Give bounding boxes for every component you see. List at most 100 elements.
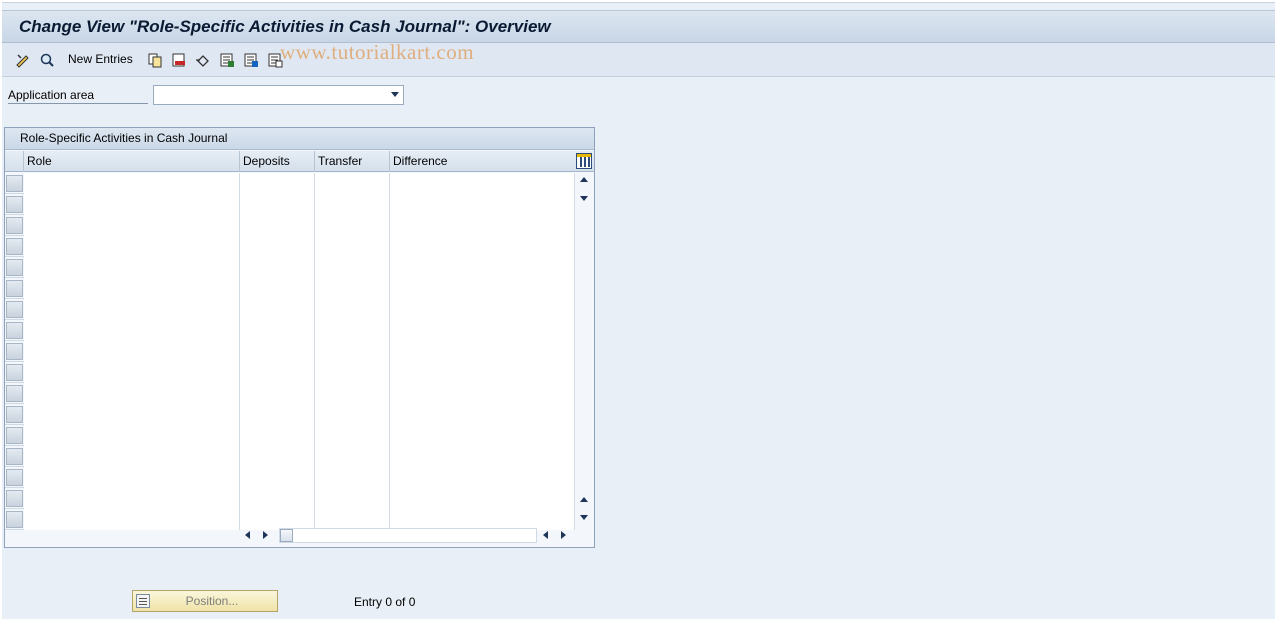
cell-difference[interactable] xyxy=(390,383,575,404)
row-selector[interactable] xyxy=(6,280,23,297)
position-button[interactable]: Position... xyxy=(132,590,278,612)
cell-difference[interactable] xyxy=(390,236,575,257)
cell-deposits[interactable] xyxy=(240,467,315,488)
cell-transfer[interactable] xyxy=(315,257,390,278)
cell-difference[interactable] xyxy=(390,173,575,194)
cell-role[interactable] xyxy=(24,509,240,530)
column-header-deposits[interactable]: Deposits xyxy=(240,151,315,172)
row-selector[interactable] xyxy=(6,343,23,360)
cell-deposits[interactable] xyxy=(240,425,315,446)
cell-difference[interactable] xyxy=(390,215,575,236)
cell-transfer[interactable] xyxy=(315,320,390,341)
select-all-icon[interactable] xyxy=(218,51,236,69)
scroll-down-icon[interactable] xyxy=(580,196,588,201)
find-icon[interactable] xyxy=(38,51,56,69)
column-header-role[interactable]: Role xyxy=(24,151,240,172)
cell-transfer[interactable] xyxy=(315,173,390,194)
cell-deposits[interactable] xyxy=(240,362,315,383)
chevron-down-icon[interactable] xyxy=(391,92,399,97)
cell-transfer[interactable] xyxy=(315,383,390,404)
cell-deposits[interactable] xyxy=(240,278,315,299)
cell-role[interactable] xyxy=(24,362,240,383)
select-block-icon[interactable] xyxy=(242,51,260,69)
cell-role[interactable] xyxy=(24,425,240,446)
page-up-icon[interactable] xyxy=(580,497,588,502)
cell-transfer[interactable] xyxy=(315,215,390,236)
row-selector[interactable] xyxy=(6,469,23,486)
cell-transfer[interactable] xyxy=(315,299,390,320)
cell-role[interactable] xyxy=(24,467,240,488)
row-selector[interactable] xyxy=(6,196,23,213)
cell-deposits[interactable] xyxy=(240,446,315,467)
horizontal-scroll-thumb[interactable] xyxy=(280,529,293,542)
row-selector[interactable] xyxy=(6,406,23,423)
cell-role[interactable] xyxy=(24,446,240,467)
cell-role[interactable] xyxy=(24,383,240,404)
cell-difference[interactable] xyxy=(390,425,575,446)
cell-transfer[interactable] xyxy=(315,278,390,299)
cell-deposits[interactable] xyxy=(240,488,315,509)
cell-role[interactable] xyxy=(24,278,240,299)
column-header-transfer[interactable]: Transfer xyxy=(315,151,390,172)
scroll-right-icon[interactable] xyxy=(263,531,268,539)
cell-transfer[interactable] xyxy=(315,341,390,362)
column-scroll-left-icon[interactable] xyxy=(543,531,548,539)
cell-transfer[interactable] xyxy=(315,446,390,467)
cell-deposits[interactable] xyxy=(240,257,315,278)
cell-difference[interactable] xyxy=(390,362,575,383)
cell-difference[interactable] xyxy=(390,299,575,320)
scroll-left-icon[interactable] xyxy=(245,531,250,539)
cell-deposits[interactable] xyxy=(240,215,315,236)
delete-icon[interactable] xyxy=(170,51,188,69)
row-selector[interactable] xyxy=(6,490,23,507)
cell-deposits[interactable] xyxy=(240,320,315,341)
cell-transfer[interactable] xyxy=(315,362,390,383)
cell-difference[interactable] xyxy=(390,488,575,509)
cell-role[interactable] xyxy=(24,215,240,236)
row-selector[interactable] xyxy=(6,322,23,339)
cell-deposits[interactable] xyxy=(240,383,315,404)
cell-role[interactable] xyxy=(24,257,240,278)
select-all-rows-corner[interactable] xyxy=(5,151,24,172)
copy-icon[interactable] xyxy=(146,51,164,69)
cell-difference[interactable] xyxy=(390,341,575,362)
cell-difference[interactable] xyxy=(390,257,575,278)
display-change-icon[interactable] xyxy=(14,51,32,69)
row-selector[interactable] xyxy=(6,238,23,255)
cell-deposits[interactable] xyxy=(240,173,315,194)
row-selector[interactable] xyxy=(6,511,23,528)
page-down-icon[interactable] xyxy=(580,515,588,520)
row-selector[interactable] xyxy=(6,301,23,318)
row-selector[interactable] xyxy=(6,259,23,276)
cell-difference[interactable] xyxy=(390,446,575,467)
row-selector[interactable] xyxy=(6,175,23,192)
cell-transfer[interactable] xyxy=(315,425,390,446)
scroll-up-icon[interactable] xyxy=(580,177,588,182)
vertical-scrollbar[interactable] xyxy=(576,173,593,526)
column-header-difference[interactable]: Difference xyxy=(390,151,574,172)
cell-difference[interactable] xyxy=(390,194,575,215)
cell-role[interactable] xyxy=(24,488,240,509)
row-selector[interactable] xyxy=(6,217,23,234)
cell-deposits[interactable] xyxy=(240,299,315,320)
cell-deposits[interactable] xyxy=(240,194,315,215)
cell-deposits[interactable] xyxy=(240,236,315,257)
cell-role[interactable] xyxy=(24,236,240,257)
cell-transfer[interactable] xyxy=(315,467,390,488)
cell-role[interactable] xyxy=(24,173,240,194)
cell-difference[interactable] xyxy=(390,467,575,488)
row-selector[interactable] xyxy=(6,427,23,444)
horizontal-scrollbar[interactable] xyxy=(241,527,575,544)
cell-role[interactable] xyxy=(24,320,240,341)
cell-transfer[interactable] xyxy=(315,488,390,509)
cell-role[interactable] xyxy=(24,404,240,425)
table-settings-icon[interactable] xyxy=(576,153,592,169)
cell-role[interactable] xyxy=(24,194,240,215)
new-entries-button[interactable]: New Entries xyxy=(68,52,133,66)
cell-deposits[interactable] xyxy=(240,404,315,425)
cell-difference[interactable] xyxy=(390,278,575,299)
cell-role[interactable] xyxy=(24,341,240,362)
cell-transfer[interactable] xyxy=(315,236,390,257)
row-selector[interactable] xyxy=(6,364,23,381)
cell-transfer[interactable] xyxy=(315,404,390,425)
